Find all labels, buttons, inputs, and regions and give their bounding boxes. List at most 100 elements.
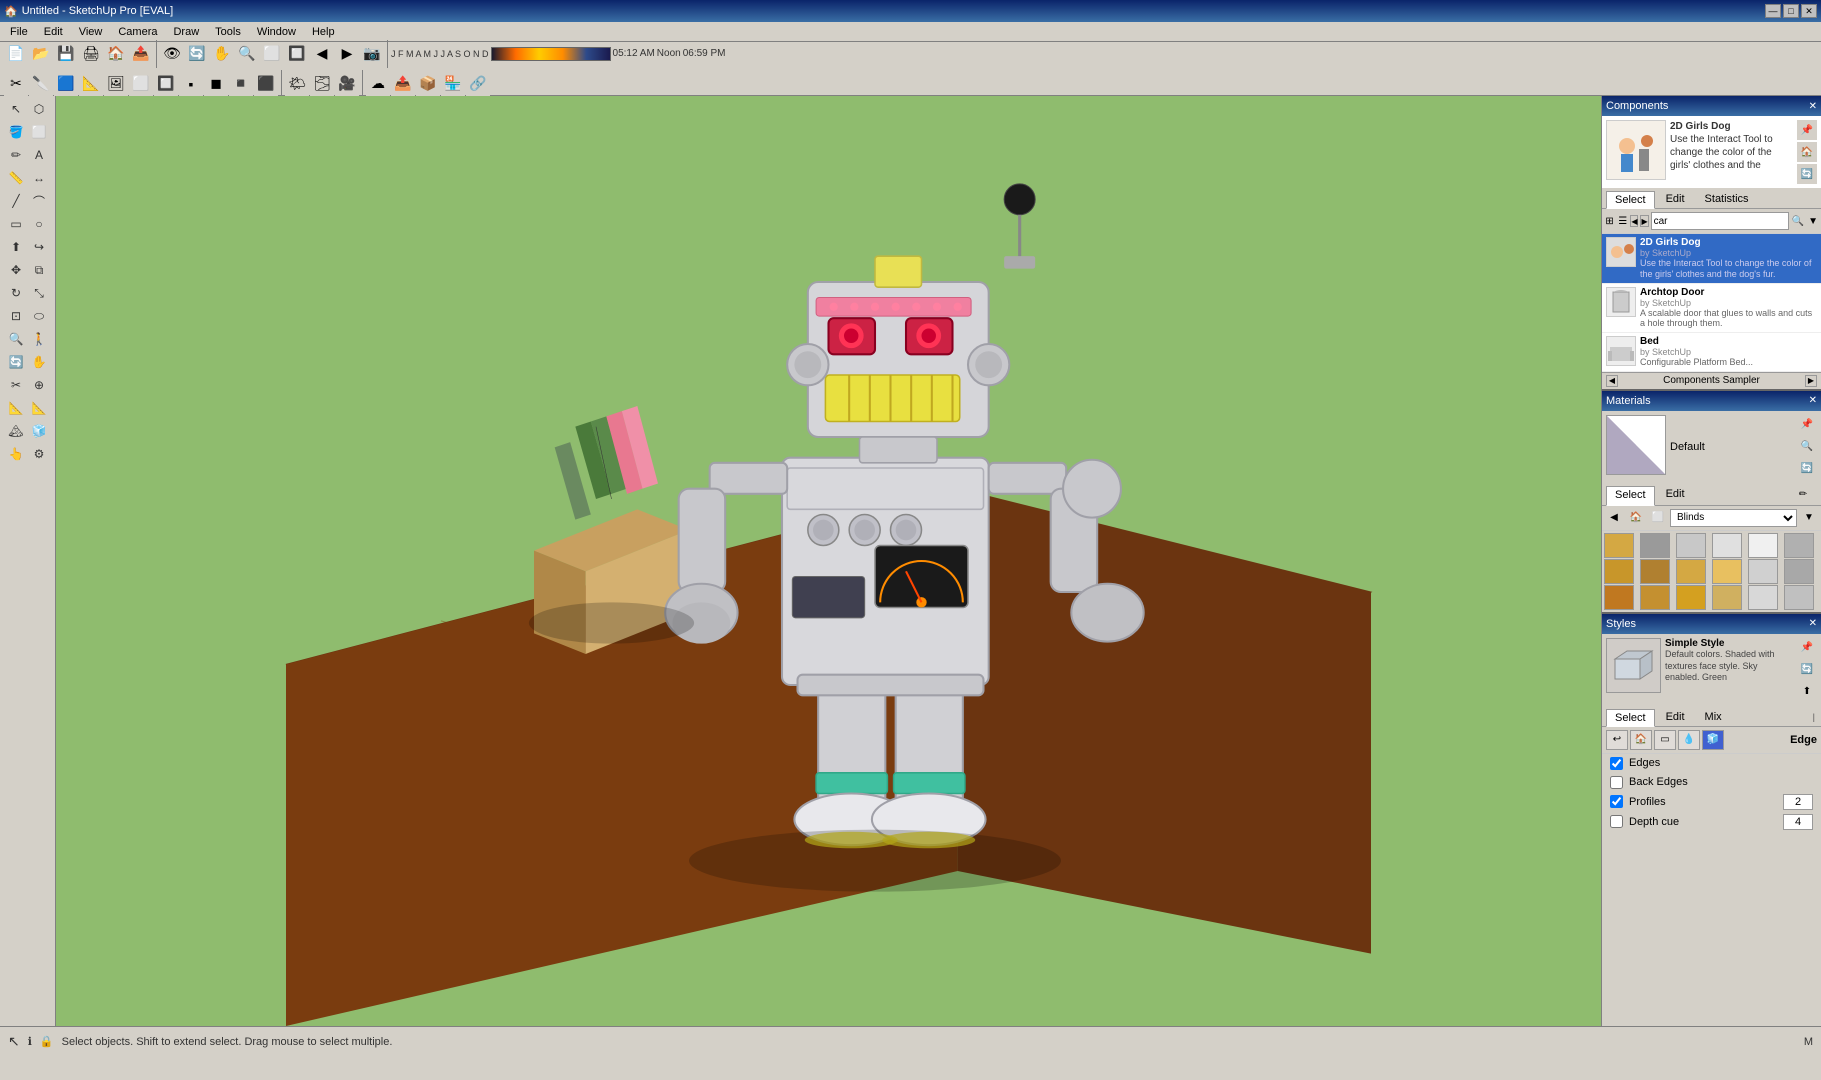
rotate-tool[interactable]: ↻ bbox=[5, 282, 27, 304]
wireframe[interactable]: 🔲 bbox=[154, 72, 178, 96]
shaded[interactable]: ◼ bbox=[204, 72, 228, 96]
viewport[interactable] bbox=[56, 96, 1601, 1026]
menu-draw[interactable]: Draw bbox=[165, 24, 207, 40]
orbit-tool[interactable]: 🔄 bbox=[5, 351, 27, 373]
zoom-window[interactable]: ⬜ bbox=[260, 42, 284, 66]
orbit[interactable]: 🔄 bbox=[185, 42, 209, 66]
arc-tool[interactable]: ⌒ bbox=[28, 190, 50, 212]
copy-tool[interactable]: ⧉ bbox=[28, 259, 50, 281]
menu-view[interactable]: View bbox=[71, 24, 111, 40]
menu-file[interactable]: File bbox=[2, 24, 36, 40]
mat-swatch-11[interactable] bbox=[1748, 559, 1778, 584]
follow-me[interactable]: ↪ bbox=[28, 236, 50, 258]
zoom-extents[interactable]: 🔲 bbox=[285, 42, 309, 66]
mat-up-btn[interactable]: 🏠 bbox=[1626, 508, 1646, 528]
mat-swatch-9[interactable] bbox=[1676, 559, 1706, 584]
mat-swatch-14[interactable] bbox=[1640, 585, 1670, 610]
close-button[interactable]: ✕ bbox=[1801, 4, 1817, 18]
share-component[interactable]: 📦 bbox=[416, 72, 440, 96]
path-tool[interactable]: ⬭ bbox=[28, 305, 50, 327]
comp-tab-select[interactable]: Select bbox=[1606, 191, 1655, 209]
look-around[interactable]: 👁 bbox=[160, 42, 184, 66]
style-tab-edit[interactable]: Edit bbox=[1657, 708, 1694, 726]
push-pull[interactable]: ⬆ bbox=[5, 236, 27, 258]
extension-warehouse[interactable]: 🏪 bbox=[441, 72, 465, 96]
sandbox-tool[interactable]: 🏔 bbox=[5, 420, 27, 442]
comp-item-1[interactable]: 2D Girls Dog by SketchUp Use the Interac… bbox=[1602, 234, 1821, 284]
comp-options-btn[interactable]: ▼ bbox=[1807, 211, 1819, 231]
solid-tool[interactable]: 🧊 bbox=[28, 420, 50, 442]
edge-style-btn[interactable]: ↩ bbox=[1606, 730, 1628, 750]
shaded-textured[interactable]: ◾ bbox=[229, 72, 253, 96]
mat-category-select[interactable]: Blinds Brick and Cladding Carpet and Tex… bbox=[1670, 509, 1797, 527]
next-view[interactable]: ▶ bbox=[335, 42, 359, 66]
prev-view[interactable]: ◀ bbox=[310, 42, 334, 66]
mat-swatch-2[interactable] bbox=[1640, 533, 1670, 558]
mat-swatch-18[interactable] bbox=[1784, 585, 1814, 610]
bg-style-btn[interactable]: ▭ bbox=[1654, 730, 1676, 750]
section-fill[interactable]: 🟦 bbox=[54, 72, 78, 96]
component-tool[interactable]: ⬡ bbox=[28, 98, 50, 120]
move-tool[interactable]: ✥ bbox=[5, 259, 27, 281]
section-view[interactable]: 🖼 bbox=[104, 72, 128, 96]
mat-swatch-13[interactable] bbox=[1604, 585, 1634, 610]
pos-camera[interactable]: 📷 bbox=[360, 42, 384, 66]
comp-search-input[interactable] bbox=[1651, 212, 1789, 230]
time-gradient[interactable] bbox=[491, 47, 611, 61]
zoom[interactable]: 🔍 bbox=[235, 42, 259, 66]
mat-swatch-12[interactable] bbox=[1784, 559, 1814, 584]
protractor-tool[interactable]: 📐 bbox=[28, 397, 50, 419]
mat-swatch-4[interactable] bbox=[1712, 533, 1742, 558]
pan[interactable]: ✋ bbox=[210, 42, 234, 66]
section-plane[interactable]: ✂ bbox=[4, 72, 28, 96]
mat-tab-select[interactable]: Select bbox=[1606, 486, 1655, 506]
mat-swatch-5[interactable] bbox=[1748, 533, 1778, 558]
eraser[interactable]: ⬜ bbox=[28, 121, 50, 143]
mat-swatch-1[interactable] bbox=[1604, 533, 1634, 558]
section-cut[interactable]: 🔪 bbox=[29, 72, 53, 96]
comp-create-btn[interactable]: 📌 bbox=[1797, 120, 1817, 140]
mat-pencil-btn[interactable]: ✏ bbox=[1793, 485, 1813, 505]
monochrome[interactable]: ⬛ bbox=[254, 72, 278, 96]
mat-swatch-8[interactable] bbox=[1640, 559, 1670, 584]
comp-next-btn[interactable]: ▶ bbox=[1640, 215, 1648, 227]
new-button[interactable]: 📄 bbox=[4, 42, 28, 66]
save-button[interactable]: 💾 bbox=[54, 42, 78, 66]
style-cycle-btn[interactable]: 🔄 bbox=[1797, 660, 1817, 680]
components-close[interactable]: ✕ bbox=[1809, 101, 1817, 112]
back-edges-checkbox[interactable] bbox=[1610, 776, 1623, 789]
style-tab-mix[interactable]: Mix bbox=[1696, 708, 1731, 726]
advanced-camera[interactable]: 🎥 bbox=[335, 72, 359, 96]
rectangle-tool[interactable]: ▭ bbox=[5, 213, 27, 235]
mat-refresh-btn[interactable]: 🔄 bbox=[1797, 459, 1817, 479]
mat-swatch-7[interactable] bbox=[1604, 559, 1634, 584]
mat-swatch-15[interactable] bbox=[1676, 585, 1706, 610]
styles-close[interactable]: ✕ bbox=[1809, 618, 1817, 629]
depth-cue-checkbox[interactable] bbox=[1610, 815, 1623, 828]
watermark-style-btn[interactable]: 💧 bbox=[1678, 730, 1700, 750]
open-button[interactable]: 📂 bbox=[29, 42, 53, 66]
comp-tab-statistics[interactable]: Statistics bbox=[1696, 190, 1758, 208]
print-button[interactable]: 🖨 bbox=[79, 42, 103, 66]
comp-view1-btn[interactable]: ⊞ bbox=[1604, 211, 1615, 231]
menu-window[interactable]: Window bbox=[249, 24, 304, 40]
menu-camera[interactable]: Camera bbox=[110, 24, 165, 40]
comp-house-btn[interactable]: 🏠 bbox=[1797, 142, 1817, 162]
mat-swatch-3[interactable] bbox=[1676, 533, 1706, 558]
style-tab-select[interactable]: Select bbox=[1606, 709, 1655, 727]
comp-refresh-btn[interactable]: 🔄 bbox=[1797, 164, 1817, 184]
pan-tool[interactable]: ✋ bbox=[28, 351, 50, 373]
maximize-button[interactable]: □ bbox=[1783, 4, 1799, 18]
section-plane-tool[interactable]: ✂ bbox=[5, 374, 27, 396]
style-create-btn[interactable]: 📌 bbox=[1797, 638, 1817, 658]
advanced-tool[interactable]: ⚙ bbox=[28, 443, 50, 465]
shadows[interactable]: 🌤 bbox=[285, 72, 309, 96]
zoom-tool[interactable]: 🔍 bbox=[5, 328, 27, 350]
scale-tool[interactable]: ⤡ bbox=[28, 282, 50, 304]
fog[interactable]: 🌫 bbox=[310, 72, 334, 96]
paint-bucket[interactable]: 🪣 bbox=[5, 121, 27, 143]
offset-tool[interactable]: ⊡ bbox=[5, 305, 27, 327]
trimble-connect[interactable]: 🔗 bbox=[466, 72, 490, 96]
section-display[interactable]: 📐 bbox=[79, 72, 103, 96]
export-button[interactable]: 📤 bbox=[129, 42, 153, 66]
